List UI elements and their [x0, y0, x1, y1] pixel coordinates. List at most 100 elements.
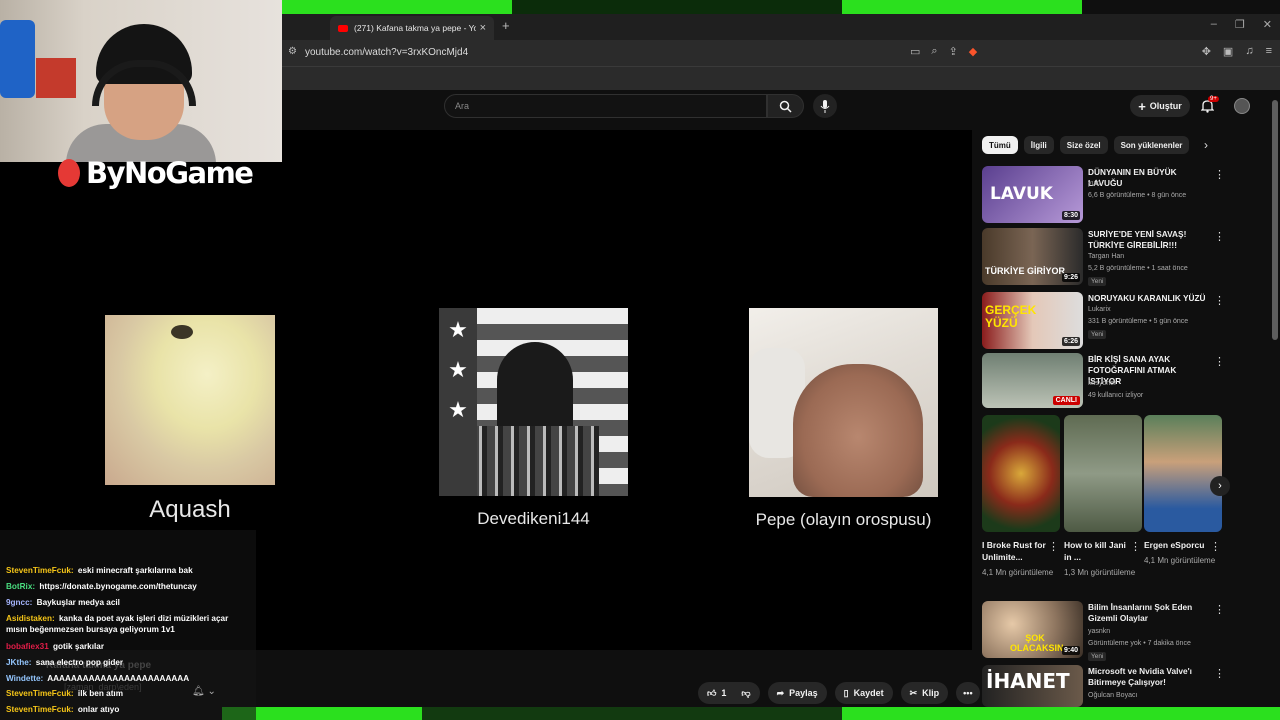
face-photo-image	[749, 308, 938, 497]
thumbnail-text: TÜRKİYE GİRİYOR	[985, 266, 1066, 276]
chat-text: eski minecraft şarkılarına bak	[75, 566, 193, 575]
tab-close-icon[interactable]: ×	[480, 22, 486, 34]
sidebar-icon[interactable]: ▣	[1223, 45, 1233, 58]
chat-username: JKthe:	[6, 658, 32, 667]
more-options-icon[interactable]: ⋮	[1214, 355, 1225, 368]
zoom-icon[interactable]: ⌕	[931, 45, 937, 58]
create-button[interactable]: + Oluştur	[1130, 95, 1190, 117]
minimize-icon[interactable]: –	[1211, 18, 1217, 31]
browser-tab[interactable]: (271) Kafana takma ya pepe - Yo ×	[330, 16, 494, 40]
recommendation-item[interactable]: TÜRKİYE GİRİYOR 9:26 SURİYE'DE YENİ SAVA…	[982, 228, 1225, 288]
short-thumbnail	[982, 415, 1060, 532]
like-button[interactable]: 👍︎ 1 👎︎	[698, 682, 760, 704]
close-window-icon[interactable]: ✕	[1263, 18, 1272, 31]
browser-tools: ✥ ▣ ♫ ≡	[1202, 45, 1272, 58]
notifications-button[interactable]: 9+	[1200, 96, 1219, 118]
recommendation-item[interactable]: İHANET Microsoft ve Nvidia Valve'ı Bitir…	[982, 665, 1225, 720]
brave-shield-icon[interactable]: ◆	[969, 45, 977, 58]
recommendation-item[interactable]: LAVUK 8:30 DÜNYANIN EN BÜYÜK LAVUĞU yuki…	[982, 166, 1225, 226]
short-thumbnail	[1064, 415, 1142, 532]
shorts-next-button[interactable]: ›	[1210, 476, 1230, 496]
short-title: How to kill Jani in ...	[1064, 540, 1126, 562]
thumbs-down-icon[interactable]: 👎︎	[741, 688, 750, 699]
video-title: NORUYAKU KARANLIK YÜZÜ	[1088, 293, 1206, 303]
more-options-icon[interactable]: ⋮	[1048, 540, 1059, 553]
channel-name: Misyoner	[1088, 380, 1117, 387]
share-icon[interactable]: ⇪	[949, 45, 958, 58]
screen: (271) Kafana takma ya pepe - Yo × + – ❐ …	[0, 0, 1280, 720]
cast-icon[interactable]: ▭	[910, 45, 920, 58]
menu-icon[interactable]: ≡	[1266, 45, 1272, 58]
short-thumbnail	[1144, 415, 1222, 532]
more-options-icon[interactable]: ⋮	[1214, 230, 1225, 243]
chip-recent[interactable]: Son yüklenenler	[1113, 136, 1190, 154]
search-button[interactable]	[767, 94, 804, 118]
bynogame-logo: ByNoGame	[58, 156, 254, 190]
account-avatar[interactable]	[1234, 98, 1250, 114]
bell-subscribe-icon[interactable]: 🔔︎ ⌄	[192, 686, 216, 697]
thumbnail-text: GERÇEK YÜZÜ	[985, 303, 1037, 330]
video-title: Microsoft ve Nvidia Valve'ı Bitirmeye Ça…	[1088, 666, 1192, 687]
chat-username: StevenTimeFcuk:	[6, 566, 74, 575]
shorts-item[interactable]: How to kill Jani in ... 1,3 Mn görüntüle…	[1064, 415, 1142, 578]
video-title: DÜNYANIN EN BÜYÜK LAVUĞU	[1088, 167, 1177, 188]
voice-search-button[interactable]	[813, 94, 837, 118]
address-tools: ▭ ⌕ ⇪ ◆	[910, 45, 977, 58]
microphone-icon	[820, 99, 830, 113]
chip-for-you[interactable]: Size özel	[1059, 136, 1108, 154]
more-options-icon[interactable]: ⋮	[1214, 294, 1225, 307]
recommendation-item[interactable]: ŞOK OLACAKSIN 9:40 Bilim İnsanlarını Şok…	[982, 601, 1225, 661]
chat-username: BotRix:	[6, 582, 36, 591]
music-icon[interactable]: ♫	[1245, 45, 1253, 58]
chips-next-icon[interactable]: ›	[1204, 138, 1208, 152]
chat-message: BotRix: https://donate.bynogame.com/thet…	[6, 581, 250, 592]
channel-name: Targan Han	[1088, 253, 1125, 260]
save-label: Kaydet	[853, 688, 884, 698]
video-card-pepe: Pepe (olayın orospusu)	[749, 308, 938, 530]
duration-badge: 6:26	[1061, 337, 1080, 346]
create-label: Oluştur	[1149, 101, 1182, 111]
search-input[interactable]: Ara	[444, 94, 767, 118]
save-button[interactable]: ▯ Kaydet	[834, 682, 893, 704]
short-views: 4,1 Mn görüntüleme	[982, 568, 1054, 577]
shorts-item[interactable]: I Broke Rust for Unlimite... 4,1 Mn görü…	[982, 415, 1060, 578]
restore-icon[interactable]: ❐	[1235, 18, 1245, 31]
new-tab-button[interactable]: +	[502, 18, 510, 33]
url-field[interactable]: youtube.com/watch?v=3rxKOncMjd4	[305, 47, 468, 58]
more-actions-button[interactable]: •••	[956, 682, 980, 704]
chat-message: JKthe: sana electro pop gider	[6, 657, 250, 668]
bynogame-mark-icon	[58, 159, 80, 187]
chip-related[interactable]: İlgili	[1023, 136, 1054, 154]
card-caption: Devedikeni144	[477, 509, 590, 528]
thumbnail-text: LAVUK	[990, 184, 1053, 204]
video-thumbnail: CANLI	[982, 353, 1083, 408]
chat-username: Windette:	[6, 674, 44, 683]
notification-badge: 9+	[1208, 96, 1219, 102]
recommendation-item[interactable]: GERÇEK YÜZÜ 6:26 NORUYAKU KARANLIK YÜZÜ …	[982, 292, 1225, 352]
like-count: 1	[721, 688, 727, 698]
new-badge: Yeni	[1088, 652, 1107, 661]
search-icon	[779, 100, 792, 113]
recommendation-item[interactable]: CANLI BİR KİŞİ SANA AYAK FOTOĞRAFINI ATM…	[982, 353, 1225, 413]
chat-message: Windette: AAAAAAAAAAAAAAAAAAAAAAAA	[6, 673, 250, 684]
more-options-icon[interactable]: ⋮	[1210, 540, 1221, 553]
more-options-icon[interactable]: ⋮	[1214, 168, 1225, 181]
scissors-icon: ✂	[909, 687, 918, 698]
chip-all[interactable]: Tümü	[982, 136, 1018, 154]
more-options-icon[interactable]: ⋮	[1214, 603, 1225, 616]
site-settings-icon[interactable]: ⚙	[288, 46, 297, 57]
more-options-icon[interactable]: ⋮	[1130, 540, 1141, 553]
short-title: I Broke Rust for Unlimite...	[982, 540, 1046, 562]
plus-icon: +	[1138, 98, 1146, 114]
page-scrollbar[interactable]	[1272, 100, 1278, 340]
duration-badge: 9:40	[1061, 646, 1080, 655]
clip-button[interactable]: ✂ Klip	[900, 682, 949, 704]
extensions-icon[interactable]: ✥	[1202, 45, 1211, 58]
share-button[interactable]: ➦ Paylaş	[767, 682, 827, 704]
duration-badge: 8:30	[1061, 211, 1080, 220]
webcam-overlay	[0, 0, 282, 162]
video-thumbnail: LAVUK 8:30	[982, 166, 1083, 223]
chat-message: 9gncc: Baykuşlar medya acil	[6, 597, 250, 608]
flag-portrait-image: ★ ★ ★	[439, 308, 628, 496]
more-options-icon[interactable]: ⋮	[1214, 667, 1225, 680]
